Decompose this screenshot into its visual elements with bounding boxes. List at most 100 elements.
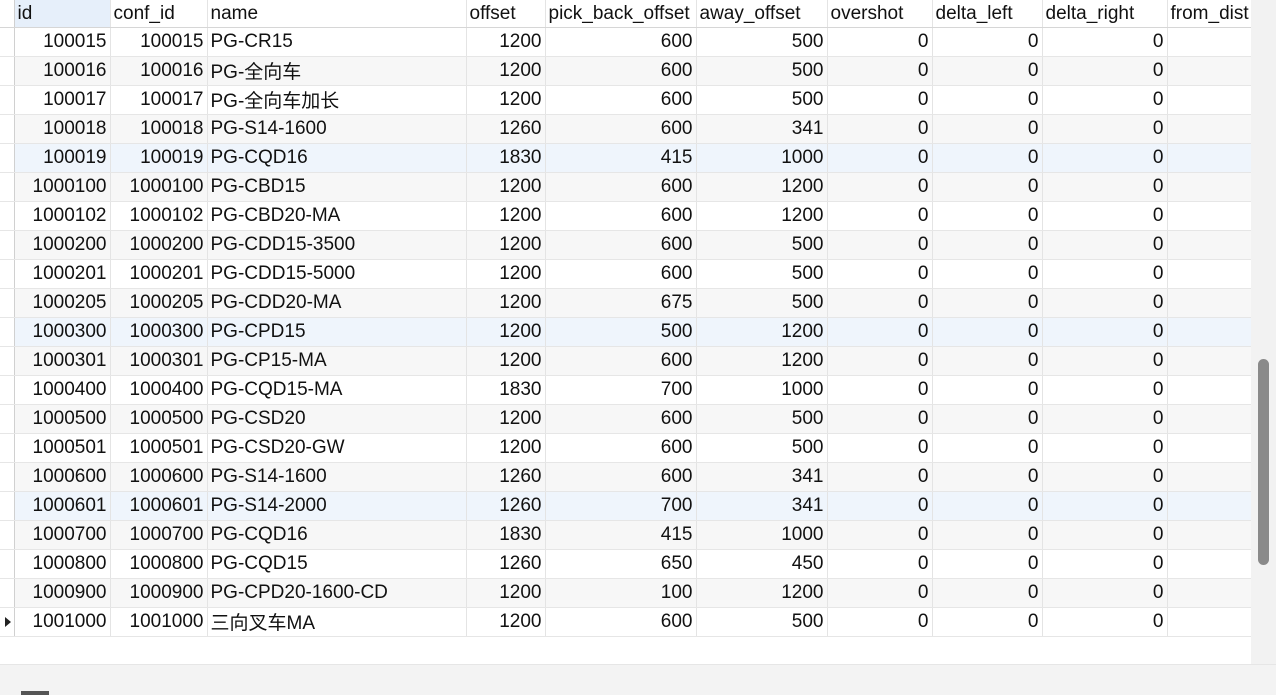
cell-offset[interactable]: 1200 — [466, 56, 546, 86]
cell-offset[interactable]: 1260 — [466, 462, 546, 492]
cell-from-dist[interactable] — [1167, 578, 1251, 608]
row-indicator[interactable] — [0, 114, 15, 144]
cell-offset[interactable]: 1260 — [466, 549, 546, 579]
cell-delta-right[interactable]: 0 — [1042, 462, 1168, 492]
cell-pick-back-offset[interactable]: 600 — [545, 433, 697, 463]
row-indicator[interactable] — [0, 56, 15, 86]
horizontal-scroll-thumb[interactable] — [21, 691, 49, 695]
table-row[interactable]: 1000300 1000300 PG-CPD15 1200 500 1200 0 0 0 — [0, 317, 1251, 347]
cell-conf-id[interactable]: 100017 — [110, 85, 208, 115]
table-row[interactable]: 1000301 1000301 PG-CP15-MA 1200 600 1200 0 0 0 — [0, 346, 1251, 376]
row-indicator[interactable] — [0, 520, 15, 550]
cell-conf-id[interactable]: 100019 — [110, 143, 208, 173]
column-header-offset[interactable]: offset — [466, 0, 546, 28]
cell-away-offset[interactable]: 1200 — [696, 201, 828, 231]
cell-away-offset[interactable]: 341 — [696, 462, 828, 492]
cell-delta-left[interactable]: 0 — [932, 230, 1043, 260]
table-row[interactable]: 1000700 1000700 PG-CQD16 1830 415 1000 0 0 0 — [0, 520, 1251, 550]
cell-conf-id[interactable]: 1000900 — [110, 578, 208, 608]
cell-conf-id[interactable]: 1001000 — [110, 607, 208, 637]
data-grid[interactable]: id conf_id name offset pick_back_offset away_… — [0, 0, 1251, 658]
cell-from-dist[interactable] — [1167, 259, 1251, 289]
cell-id[interactable]: 1000400 — [14, 375, 111, 405]
table-row[interactable]: 1000200 1000200 PG-CDD15-3500 1200 600 500 0 0 0 — [0, 230, 1251, 260]
cell-offset[interactable]: 1200 — [466, 346, 546, 376]
cell-pick-back-offset[interactable]: 650 — [545, 549, 697, 579]
cell-away-offset[interactable]: 500 — [696, 404, 828, 434]
cell-from-dist[interactable] — [1167, 230, 1251, 260]
cell-offset[interactable]: 1260 — [466, 114, 546, 144]
cell-delta-left[interactable]: 0 — [932, 317, 1043, 347]
cell-id[interactable]: 1000500 — [14, 404, 111, 434]
column-header-conf-id[interactable]: conf_id — [110, 0, 208, 28]
cell-delta-right[interactable]: 0 — [1042, 85, 1168, 115]
cell-name[interactable]: PG-CBD20-MA — [207, 201, 467, 231]
cell-away-offset[interactable]: 341 — [696, 114, 828, 144]
table-row[interactable]: 100018 100018 PG-S14-1600 1260 600 341 0 0 0 — [0, 114, 1251, 144]
cell-name[interactable]: PG-CPD20-1600-CD — [207, 578, 467, 608]
cell-delta-right[interactable]: 0 — [1042, 201, 1168, 231]
cell-pick-back-offset[interactable]: 415 — [545, 520, 697, 550]
table-row[interactable]: 1000205 1000205 PG-CDD20-MA 1200 675 500 0 0 0 — [0, 288, 1251, 318]
table-row[interactable]: 100019 100019 PG-CQD16 1830 415 1000 0 0 0 — [0, 143, 1251, 173]
cell-name[interactable]: PG-CR15 — [207, 27, 467, 57]
cell-overshot[interactable]: 0 — [827, 259, 933, 289]
cell-conf-id[interactable]: 1000500 — [110, 404, 208, 434]
cell-away-offset[interactable]: 1000 — [696, 375, 828, 405]
row-indicator[interactable] — [0, 375, 15, 405]
cell-name[interactable]: PG-CBD15 — [207, 172, 467, 202]
cell-offset[interactable]: 1200 — [466, 404, 546, 434]
cell-offset[interactable]: 1200 — [466, 201, 546, 231]
cell-overshot[interactable]: 0 — [827, 346, 933, 376]
cell-offset[interactable]: 1200 — [466, 172, 546, 202]
cell-from-dist[interactable] — [1167, 491, 1251, 521]
column-header-delta-left[interactable]: delta_left — [932, 0, 1043, 28]
cell-overshot[interactable]: 0 — [827, 491, 933, 521]
cell-id[interactable]: 1000205 — [14, 288, 111, 318]
cell-offset[interactable]: 1200 — [466, 230, 546, 260]
cell-away-offset[interactable]: 1000 — [696, 143, 828, 173]
row-indicator[interactable] — [0, 172, 15, 202]
cell-from-dist[interactable] — [1167, 27, 1251, 57]
cell-conf-id[interactable]: 1000301 — [110, 346, 208, 376]
cell-delta-right[interactable]: 0 — [1042, 230, 1168, 260]
cell-name[interactable]: 三向叉车MA — [207, 607, 467, 637]
row-indicator[interactable] — [0, 578, 15, 608]
cell-overshot[interactable]: 0 — [827, 462, 933, 492]
cell-pick-back-offset[interactable]: 600 — [545, 230, 697, 260]
cell-overshot[interactable]: 0 — [827, 375, 933, 405]
cell-overshot[interactable]: 0 — [827, 85, 933, 115]
column-header-pick-back-offset[interactable]: pick_back_offset — [545, 0, 697, 28]
cell-away-offset[interactable]: 500 — [696, 56, 828, 86]
cell-delta-left[interactable]: 0 — [932, 549, 1043, 579]
cell-from-dist[interactable] — [1167, 201, 1251, 231]
cell-id[interactable]: 1000301 — [14, 346, 111, 376]
cell-conf-id[interactable]: 100016 — [110, 56, 208, 86]
cell-overshot[interactable]: 0 — [827, 520, 933, 550]
table-row[interactable]: 1000100 1000100 PG-CBD15 1200 600 1200 0 0 0 — [0, 172, 1251, 202]
column-header-away-offset[interactable]: away_offset — [696, 0, 828, 28]
cell-delta-left[interactable]: 0 — [932, 85, 1043, 115]
cell-offset[interactable]: 1830 — [466, 143, 546, 173]
cell-delta-left[interactable]: 0 — [932, 114, 1043, 144]
cell-id[interactable]: 1000700 — [14, 520, 111, 550]
table-row[interactable]: 1000600 1000600 PG-S14-1600 1260 600 341 0 0 0 — [0, 462, 1251, 492]
cell-name[interactable]: PG-CPD15 — [207, 317, 467, 347]
cell-name[interactable]: PG-CSD20-GW — [207, 433, 467, 463]
cell-pick-back-offset[interactable]: 500 — [545, 317, 697, 347]
table-row[interactable]: 100017 100017 PG-全向车加长 1200 600 500 0 0 0 — [0, 85, 1251, 115]
cell-away-offset[interactable]: 1200 — [696, 172, 828, 202]
cell-pick-back-offset[interactable]: 600 — [545, 607, 697, 637]
cell-delta-right[interactable]: 0 — [1042, 404, 1168, 434]
cell-name[interactable]: PG-全向车加长 — [207, 85, 467, 115]
cell-pick-back-offset[interactable]: 675 — [545, 288, 697, 318]
cell-delta-right[interactable]: 0 — [1042, 578, 1168, 608]
horizontal-scrollbar[interactable] — [0, 664, 1276, 695]
cell-id[interactable]: 100015 — [14, 27, 111, 57]
cell-delta-right[interactable]: 0 — [1042, 27, 1168, 57]
row-indicator[interactable] — [0, 259, 15, 289]
cell-name[interactable]: PG-CSD20 — [207, 404, 467, 434]
cell-away-offset[interactable]: 1000 — [696, 520, 828, 550]
row-indicator[interactable] — [0, 404, 15, 434]
cell-offset[interactable]: 1200 — [466, 578, 546, 608]
